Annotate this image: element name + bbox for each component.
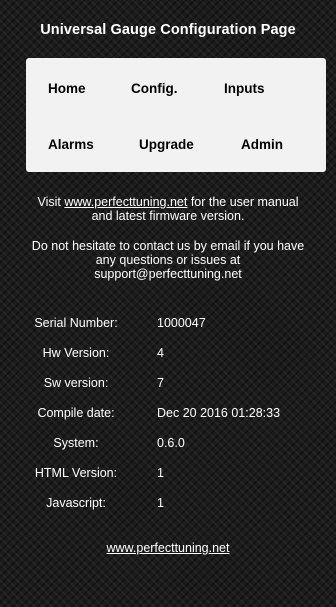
spec-value-hw: 4 <box>157 346 164 360</box>
visit-suffix: for the user manual <box>187 195 299 209</box>
footer-website-link[interactable]: www.perfecttuning.net <box>107 541 230 555</box>
contact-notice: Do not hesitate to contact us by email i… <box>0 239 336 281</box>
visit-prefix: Visit <box>37 195 65 209</box>
visit-notice-line-2: and latest firmware version. <box>91 209 245 223</box>
spec-label-system: System: <box>53 436 99 450</box>
visit-notice-line-1: Visit www.perfecttuning.net for the user… <box>0 195 336 209</box>
spec-value-javascript: 1 <box>157 496 164 510</box>
spec-value-system: 0.6.0 <box>157 436 185 450</box>
manual-link[interactable]: www.perfecttuning.net <box>64 195 187 209</box>
spec-label-serial: Serial Number: <box>34 316 118 330</box>
nav-inputs-link[interactable]: Inputs <box>224 81 265 96</box>
nav-alarms-link[interactable]: Alarms <box>48 137 94 152</box>
spec-value-html: 1 <box>157 466 164 480</box>
spec-label-compile: Compile date: <box>37 406 115 420</box>
nav-config-link[interactable]: Config. <box>131 81 178 96</box>
contact-line-1: Do not hesitate to contact us by email i… <box>31 239 305 253</box>
nav-admin-link[interactable]: Admin <box>241 137 283 152</box>
footer: www.perfecttuning.net <box>0 541 336 555</box>
nav-panel: Home Config. Inputs Alarms Upgrade Admin <box>26 58 326 172</box>
spec-label-javascript: Javascript: <box>46 496 106 510</box>
spec-value-compile: Dec 20 2016 01:28:33 <box>157 406 281 420</box>
spec-value-serial: 1000047 <box>157 316 206 330</box>
nav-home-link[interactable]: Home <box>48 81 86 96</box>
visit-notice: Visit www.perfecttuning.net for the user… <box>0 195 336 223</box>
contact-line-2: any questions or issues at <box>95 253 241 267</box>
nav-upgrade-link[interactable]: Upgrade <box>139 137 194 152</box>
spec-label-html: HTML Version: <box>34 466 118 480</box>
contact-email: support@perfecttuning.net <box>94 267 242 281</box>
page-title: Universal Gauge Configuration Page <box>40 22 296 38</box>
spec-label-sw: Sw version: <box>43 376 109 390</box>
spec-value-sw: 7 <box>157 376 164 390</box>
spec-label-hw: Hw Version: <box>42 346 110 360</box>
